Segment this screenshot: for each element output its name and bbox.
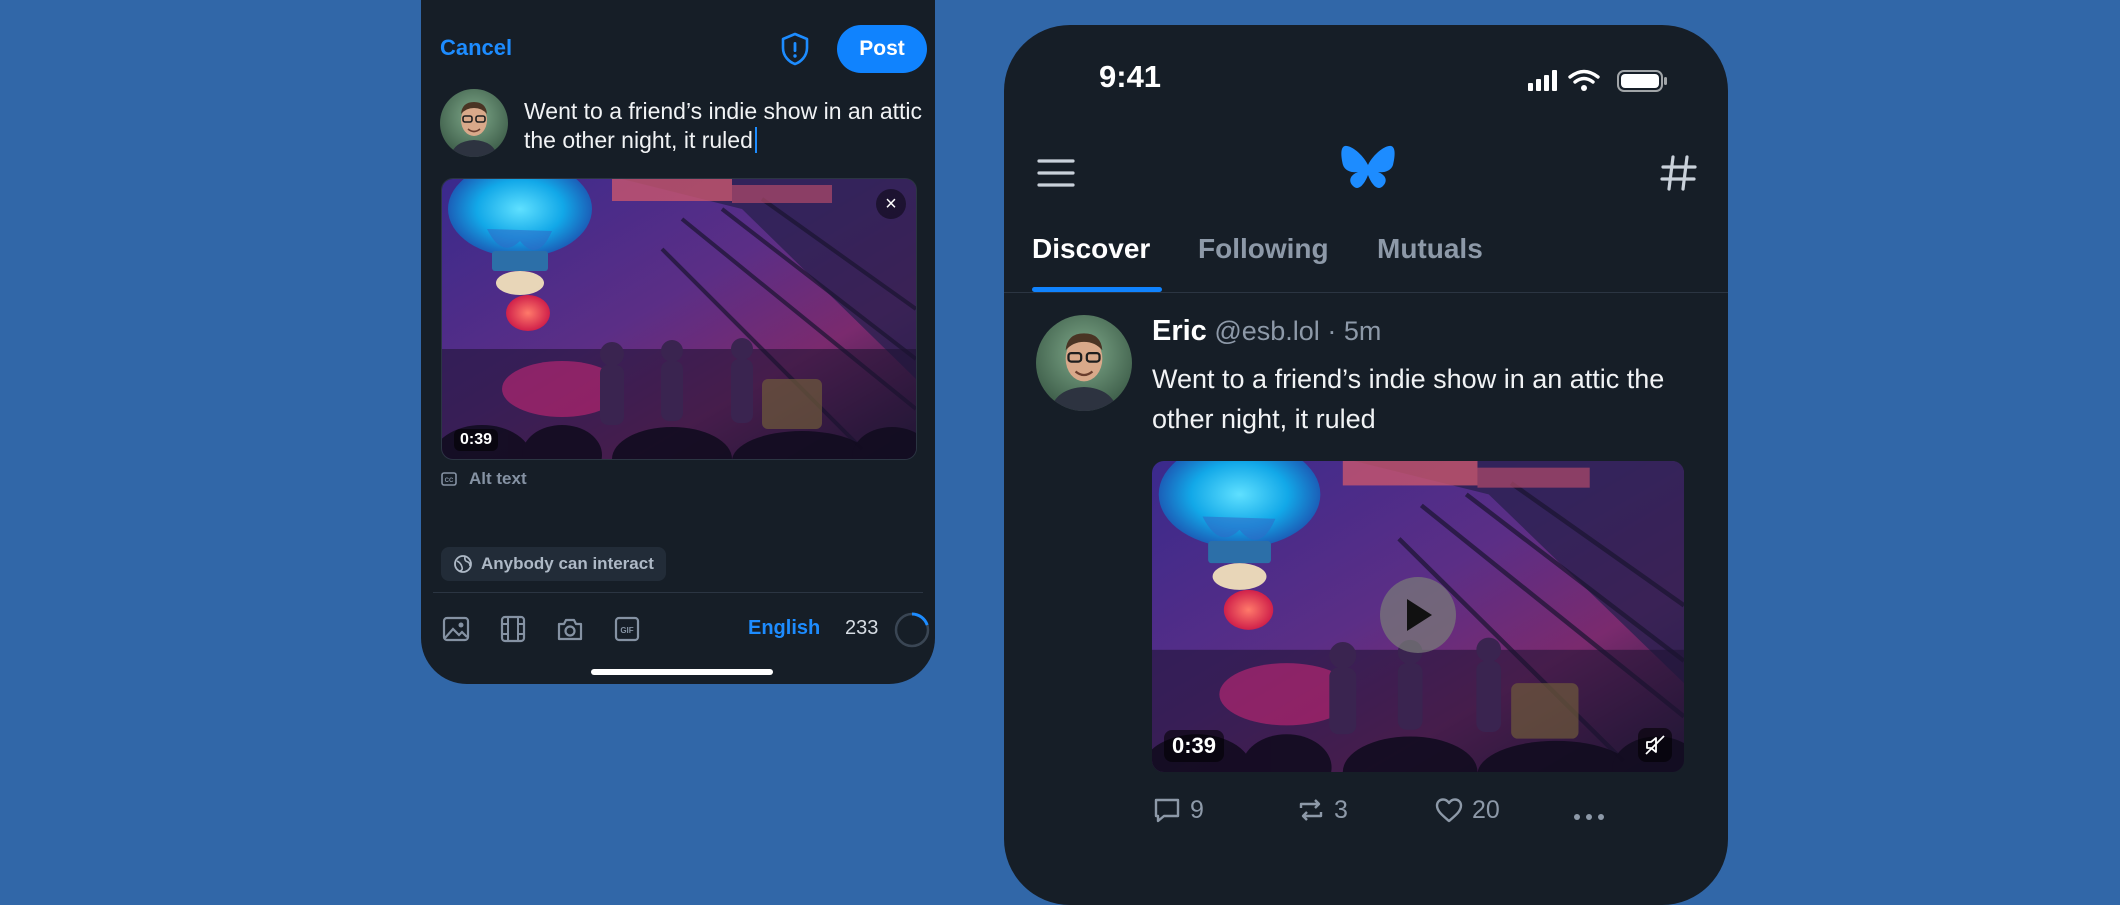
alt-text-label: Alt text — [469, 469, 527, 488]
composer-topbar: Cancel Post — [421, 0, 935, 73]
video-duration: 0:39 — [1164, 730, 1225, 762]
author-avatar[interactable] — [1036, 315, 1132, 411]
gif-icon[interactable]: GIF — [612, 614, 642, 644]
avatar — [440, 89, 508, 157]
heart-icon — [1435, 798, 1463, 823]
repost-icon — [1299, 799, 1323, 821]
feed-screen: 9:41 Discover Following Mutuals Eric @es… — [1004, 25, 1728, 905]
video-attachment[interactable]: × 0:39 — [441, 178, 917, 460]
hashtag-icon[interactable] — [1659, 153, 1699, 193]
svg-text:CC: CC — [445, 478, 454, 484]
battery-icon — [1617, 70, 1667, 92]
remove-media-button[interactable]: × — [876, 189, 906, 219]
more-options-icon[interactable] — [1572, 809, 1606, 827]
repost-count: 3 — [1334, 795, 1348, 824]
tab-discover[interactable]: Discover — [1032, 233, 1150, 265]
butterfly-logo-icon[interactable] — [1340, 143, 1396, 195]
wifi-icon — [1568, 69, 1600, 84]
shield-icon[interactable] — [779, 32, 811, 66]
author-name[interactable]: Eric — [1152, 315, 1207, 347]
reply-count: 9 — [1190, 795, 1204, 824]
globe-icon — [454, 555, 472, 573]
post-header: Eric @esb.lol · 5m — [1152, 315, 1381, 348]
like-button[interactable]: 20 — [1434, 795, 1500, 825]
mute-button[interactable] — [1638, 728, 1672, 762]
tab-following[interactable]: Following — [1198, 233, 1329, 265]
captions-icon: CC — [441, 472, 457, 486]
camera-icon[interactable] — [555, 614, 585, 644]
cancel-button[interactable]: Cancel — [440, 35, 512, 61]
video-thumbnail — [442, 179, 916, 459]
image-icon[interactable] — [441, 614, 471, 644]
post-composer: Cancel Post Went to a friend’s indie sho… — [421, 0, 935, 684]
post-text-input[interactable]: Went to a friend’s indie show in an atti… — [524, 97, 924, 155]
composer-toolbar: GIF English 233 — [441, 608, 930, 652]
character-count: 233 — [845, 617, 879, 639]
post-button[interactable]: Post — [837, 25, 927, 73]
text-cursor — [754, 127, 757, 153]
video-duration: 0:39 — [454, 429, 499, 451]
play-button[interactable] — [1380, 577, 1456, 653]
video-icon[interactable] — [498, 614, 528, 644]
like-count: 20 — [1472, 795, 1500, 824]
draft-text: Went to a friend’s indie show in an atti… — [524, 98, 923, 153]
menu-icon[interactable] — [1036, 153, 1076, 193]
separator: · — [1327, 316, 1337, 346]
home-indicator — [591, 669, 773, 675]
status-time: 9:41 — [1099, 59, 1162, 94]
divider — [433, 592, 923, 593]
svg-text:GIF: GIF — [620, 626, 633, 635]
post-time: 5m — [1343, 316, 1382, 346]
language-selector[interactable]: English — [748, 617, 820, 640]
alt-text-button[interactable]: CC Alt text — [441, 467, 527, 491]
signal-icon — [1528, 70, 1557, 91]
post-text: Went to a friend’s indie show in an atti… — [1152, 364, 1665, 434]
interaction-label: Anybody can interact — [481, 554, 654, 573]
reply-button[interactable]: 9 — [1152, 795, 1204, 825]
interaction-settings-button[interactable]: Anybody can interact — [441, 547, 666, 581]
status-icons — [1524, 67, 1684, 93]
author-handle[interactable]: @esb.lol — [1214, 316, 1319, 346]
video-player[interactable]: 0:39 — [1152, 461, 1684, 772]
reply-icon — [1154, 798, 1180, 823]
muted-speaker-icon — [1645, 735, 1665, 755]
tab-mutuals[interactable]: Mutuals — [1377, 233, 1483, 265]
character-progress-ring — [893, 611, 931, 649]
divider — [1004, 292, 1728, 293]
repost-button[interactable]: 3 — [1296, 795, 1348, 825]
post-actions: 9 3 20 — [1152, 795, 1712, 835]
play-icon — [1407, 599, 1432, 631]
